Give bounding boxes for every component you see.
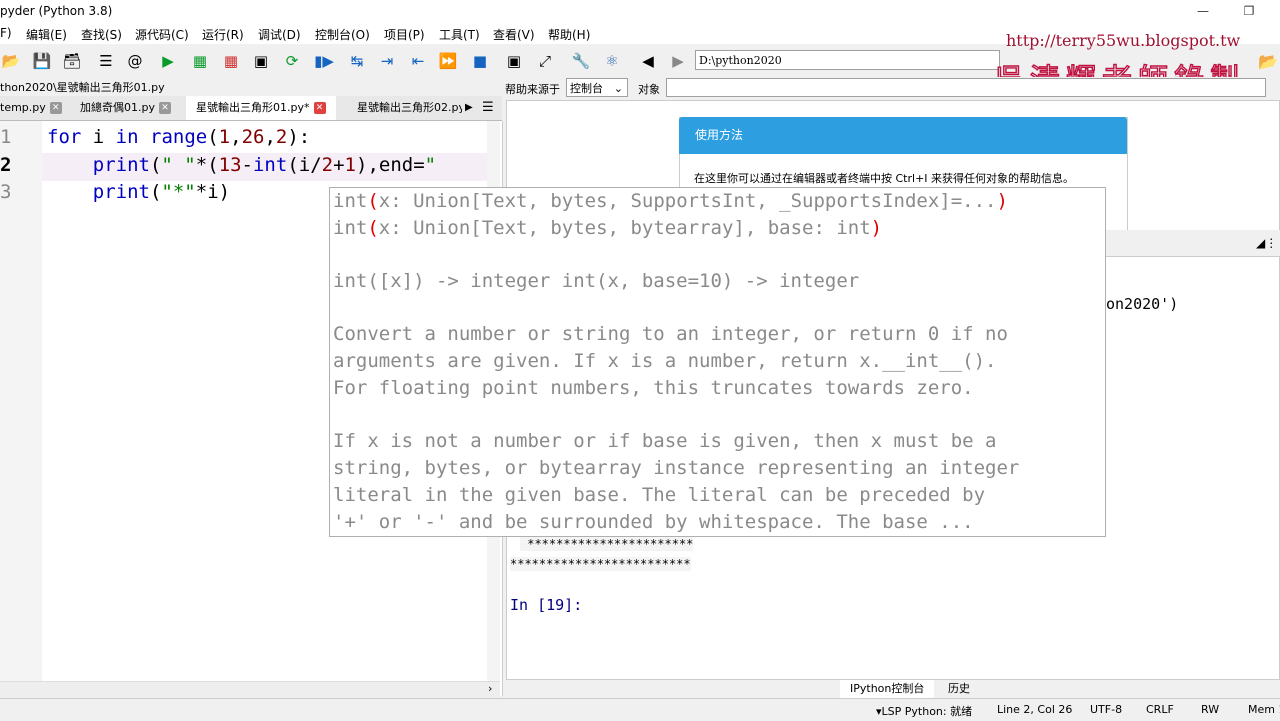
working-directory-input[interactable]: D:\python2020 <box>695 50 1000 70</box>
console-options-icon[interactable]: ◢⋮ <box>1256 236 1277 250</box>
line-number: 2 <box>0 154 12 176</box>
editor-file-path: thon2020\星號輸出三角形01.py <box>0 81 165 94</box>
console-toolbar: ◢⋮ <box>1106 230 1280 257</box>
line-number-gutter <box>0 121 42 681</box>
menu-edit[interactable]: 编辑(E) <box>26 26 67 43</box>
continue-icon[interactable]: ⏩ <box>437 50 459 72</box>
file-permissions: RW <box>1201 703 1220 716</box>
tab-scroll-right-icon[interactable]: ▶ <box>465 96 473 120</box>
line-number: 1 <box>0 126 12 148</box>
maximize-pane-icon[interactable]: ▣ <box>503 50 525 72</box>
console-stars-line: *********************** <box>520 537 694 551</box>
run-cell-advance-icon[interactable]: ▦ <box>220 50 242 72</box>
save-icon[interactable]: 💾 <box>31 50 53 72</box>
list-icon[interactable]: ☰ <box>95 50 117 72</box>
run-selection-icon[interactable]: ▣ <box>250 50 272 72</box>
step-into-icon[interactable]: ⇥ <box>376 50 398 72</box>
help-source-value: 控制台 <box>570 82 603 95</box>
tab-menu-icon[interactable]: ☰ <box>482 96 494 120</box>
calltip-doc-line: literal in the given base. The literal c… <box>333 484 986 506</box>
tab-sum-odd-even[interactable]: 加總奇偶01.py ✕ <box>80 96 171 120</box>
tab-ipython-console[interactable]: IPython控制台 <box>840 680 935 698</box>
step-return-icon[interactable]: ⇤ <box>407 50 429 72</box>
menu-projects[interactable]: 项目(P) <box>384 26 425 43</box>
title-bar: pyder (Python 3.8) — ❐ <box>0 0 1280 22</box>
status-bar: ▾LSP Python: 就绪 Line 2, Col 26 UTF-8 CRL… <box>0 698 1280 721</box>
forward-arrow-icon[interactable]: ▶ <box>667 50 689 72</box>
tab-label: 星號輸出三角形02.py <box>357 101 462 114</box>
editor-tab-bar: temp.py ✕ 加總奇偶01.py ✕ 星號輸出三角形01.py* ✕ 星號輸出三… <box>0 96 502 121</box>
minimize-button[interactable]: — <box>1180 0 1226 22</box>
console-stars-line: ************************* <box>510 557 691 571</box>
wrench-icon[interactable]: 🔧 <box>570 50 592 72</box>
code-line-1[interactable]: for i in range(1,26,2): <box>47 126 310 148</box>
file-encoding: UTF-8 <box>1090 703 1123 716</box>
tab-history[interactable]: 历史 <box>938 680 980 698</box>
calltip-doc-line: int([x]) -> integer int(x, base=10) -> i… <box>333 270 860 292</box>
cursor-position: Line 2, Col 26 <box>997 703 1073 716</box>
tab-star-triangle-02[interactable]: 星號輸出三角形02.py <box>357 96 462 120</box>
scroll-right-icon[interactable]: › <box>488 682 492 695</box>
tab-star-triangle-01[interactable]: 星號輸出三角形01.py* ✕ <box>186 96 336 120</box>
close-icon[interactable]: ✕ <box>313 102 326 114</box>
calltip-doc-line: string, bytes, or bytearray instance rep… <box>333 457 1020 479</box>
watermark-url: http://terry55wu.blogspot.tw <box>1006 31 1241 50</box>
menu-debug[interactable]: 调试(D) <box>258 26 301 43</box>
usage-title: 使用方法 <box>679 117 1127 154</box>
calltip-doc-line: For floating point numbers, this truncat… <box>333 377 974 399</box>
close-icon[interactable]: ✕ <box>49 102 62 114</box>
menu-view[interactable]: 查看(V) <box>493 26 535 43</box>
chevron-down-icon: ⌄ <box>613 82 623 95</box>
calltip-doc-line: Convert a number or string to an integer… <box>333 323 1008 345</box>
step-icon[interactable]: ↹ <box>346 50 368 72</box>
line-endings: CRLF <box>1146 703 1174 716</box>
code-line-3[interactable]: print("*"*i) <box>47 181 230 203</box>
stop-icon[interactable]: ■ <box>469 50 491 72</box>
console-output-line: on2020') <box>1106 295 1179 313</box>
back-arrow-icon[interactable]: ◀ <box>637 50 659 72</box>
save-all-icon[interactable]: 🗃 <box>61 50 83 72</box>
run-icon[interactable]: ▶ <box>157 50 179 72</box>
maximize-button[interactable]: ❐ <box>1226 0 1272 22</box>
tab-label: temp.py <box>0 101 46 114</box>
menu-console[interactable]: 控制台(O) <box>315 26 370 43</box>
calltip-signature-2: int(x: Union[Text, bytes, bytearray], ba… <box>333 217 883 239</box>
line-number: 3 <box>0 181 12 203</box>
menu-file[interactable]: F) <box>0 26 12 40</box>
lsp-status: ▾LSP Python: 就绪 <box>876 705 973 718</box>
code-line-2[interactable]: print(" "*(13-int(i/2+1),end=" <box>47 154 436 176</box>
help-object-label: 对象 <box>638 83 660 96</box>
menu-search[interactable]: 查找(S) <box>81 26 122 43</box>
menu-tools[interactable]: 工具(T) <box>439 26 480 43</box>
console-tabs: IPython控制台 历史 <box>840 680 1280 698</box>
tab-label: 加總奇偶01.py <box>80 101 155 114</box>
usage-text: 在这里你可以通过在编辑器或者终端中按 Ctrl+I 来获得任何对象的帮助信息。 <box>694 172 1075 185</box>
run-cell-icon[interactable]: ▦ <box>189 50 211 72</box>
console-prompt[interactable]: In [19]: <box>510 596 582 614</box>
close-icon[interactable]: ✕ <box>159 102 171 114</box>
help-source-select[interactable]: 控制台 ⌄ <box>566 78 628 97</box>
debug-icon[interactable]: ▮▶ <box>313 50 335 72</box>
menu-run[interactable]: 运行(R) <box>202 26 244 43</box>
at-icon[interactable]: @ <box>124 50 146 72</box>
calltip-signature-1: int(x: Union[Text, bytes, SupportsInt, _… <box>333 190 1008 212</box>
menu-help[interactable]: 帮助(H) <box>548 26 590 43</box>
calltip-doc-line: arguments are given. If x is a number, r… <box>333 350 997 372</box>
folder-icon[interactable]: 📂 <box>1258 52 1278 71</box>
menu-source[interactable]: 源代码(C) <box>135 26 189 43</box>
editor-horizontal-scrollbar[interactable]: › <box>0 681 500 697</box>
memory-usage: Mem 1 <box>1248 703 1280 716</box>
tab-label: 星號輸出三角形01.py* <box>196 101 310 114</box>
window-title: pyder (Python 3.8) <box>0 4 113 18</box>
tab-temp[interactable]: temp.py ✕ <box>0 96 62 120</box>
help-object-input[interactable] <box>666 78 1266 97</box>
open-folder-icon[interactable]: 📂 <box>0 50 22 72</box>
calltip-doc-line: If x is not a number or if base is given… <box>333 430 997 452</box>
python-path-icon[interactable]: ⚛ <box>601 50 623 72</box>
fullscreen-icon[interactable]: ⤢ <box>534 50 556 72</box>
help-source-label: 帮助来源于 <box>505 83 560 96</box>
rerun-icon[interactable]: ⟳ <box>281 50 303 72</box>
calltip-doc-line: '+' or '-' and be surrounded by whitespa… <box>333 511 974 533</box>
